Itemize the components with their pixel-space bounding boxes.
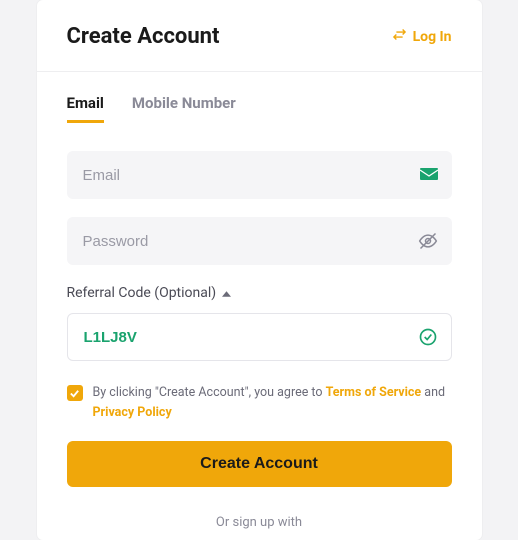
login-label: Log In xyxy=(413,29,452,45)
email-icon xyxy=(420,168,438,182)
referral-label-text: Referral Code (Optional) xyxy=(67,285,217,301)
terms-row: By clicking "Create Account", you agree … xyxy=(67,383,452,423)
form-body: Email Mobile Number Re xyxy=(37,72,482,540)
referral-input[interactable] xyxy=(67,313,452,361)
password-field-wrapper xyxy=(67,217,452,265)
tos-link[interactable]: Terms of Service xyxy=(326,385,422,400)
email-input[interactable] xyxy=(67,151,452,199)
login-link[interactable]: Log In xyxy=(392,27,452,46)
create-account-button[interactable]: Create Account xyxy=(67,441,452,487)
page-title: Create Account xyxy=(67,24,220,49)
check-circle-icon xyxy=(418,327,438,347)
password-input[interactable] xyxy=(67,217,452,265)
tab-email[interactable]: Email xyxy=(67,94,104,123)
alt-signup-divider: Or sign up with xyxy=(67,515,452,540)
email-field-wrapper xyxy=(67,151,452,199)
caret-up-icon xyxy=(222,285,231,301)
signup-card: Create Account Log In Email Mobile Numbe… xyxy=(37,0,482,540)
terms-checkbox[interactable] xyxy=(67,385,83,401)
privacy-link[interactable]: Privacy Policy xyxy=(93,405,172,420)
auth-tabs: Email Mobile Number xyxy=(67,94,452,123)
switch-icon xyxy=(392,27,407,46)
referral-toggle[interactable]: Referral Code (Optional) xyxy=(67,285,452,301)
eye-off-icon[interactable] xyxy=(418,231,438,251)
tab-mobile[interactable]: Mobile Number xyxy=(132,94,236,123)
terms-text: By clicking "Create Account", you agree … xyxy=(93,383,452,423)
header: Create Account Log In xyxy=(37,0,482,72)
referral-field-wrapper xyxy=(67,313,452,361)
